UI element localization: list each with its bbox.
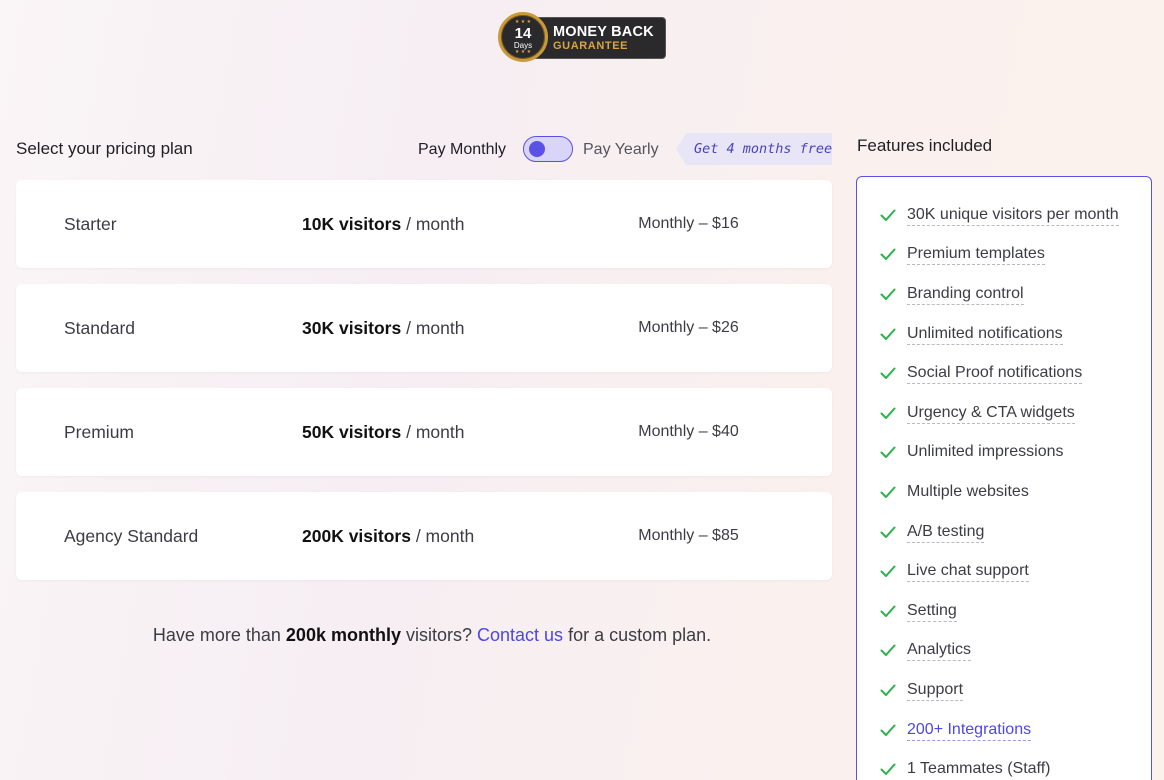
plan-price: Monthly – $85 xyxy=(638,527,739,544)
features-panel: 30K unique visitors per month Premium tem… xyxy=(856,176,1152,780)
note-text: for a custom plan. xyxy=(568,625,712,645)
plan-price: Monthly – $40 xyxy=(638,423,739,440)
feature-item: Social Proof notifications xyxy=(879,360,1083,386)
feature-item: 1 Teammates (Staff) xyxy=(879,756,1050,780)
note-text: Have more than xyxy=(152,625,281,645)
check-icon xyxy=(880,605,896,617)
note-bold: 200k monthly xyxy=(285,625,401,645)
billing-toggle[interactable] xyxy=(523,136,573,162)
check-icon xyxy=(880,209,896,221)
feature-label: 1 Teammates (Staff) xyxy=(907,759,1051,777)
toggle-knob xyxy=(529,141,545,157)
visitors-count: 200K visitors xyxy=(302,526,411,546)
visitors-count: 30K visitors xyxy=(302,318,402,338)
feature-item: Urgency & CTA widgets xyxy=(879,400,1075,426)
plan-row-premium[interactable]: Premium 50K visitors / month Monthly – $… xyxy=(16,388,832,476)
star-icon: ★ ★ ★ xyxy=(514,49,532,55)
badge-number: 14 xyxy=(514,25,532,42)
badge-seal: ★ ★ ★ 14 Days ★ ★ ★ xyxy=(498,12,548,62)
feature-label[interactable]: Branding control xyxy=(907,284,1024,305)
feature-label[interactable]: Analytics xyxy=(907,640,972,661)
pay-monthly-label[interactable]: Pay Monthly xyxy=(418,141,506,159)
section-title: Select your pricing plan xyxy=(16,139,193,158)
feature-item: Support xyxy=(879,677,964,703)
badge-line1: MONEY BACK xyxy=(553,24,654,40)
feature-item: 30K unique visitors per month xyxy=(879,202,1119,228)
yearly-promo-tag: Get 4 months free xyxy=(676,133,832,165)
feature-label[interactable]: Social Proof notifications xyxy=(907,363,1083,384)
feature-label[interactable]: Premium templates xyxy=(907,244,1045,265)
feature-label[interactable]: A/B testing xyxy=(907,522,985,543)
badge-line2: GUARANTEE xyxy=(553,40,629,52)
feature-item: Branding control xyxy=(879,281,1024,307)
check-icon xyxy=(880,526,896,538)
feature-item: Multiple websites xyxy=(879,479,1029,505)
contact-us-link[interactable]: Contact us xyxy=(477,625,563,645)
visitors-count: 10K visitors xyxy=(302,214,402,234)
visitors-count: 50K visitors xyxy=(302,422,402,442)
note-text: visitors? xyxy=(405,625,472,645)
check-icon xyxy=(880,446,896,458)
check-icon xyxy=(880,565,896,577)
check-icon xyxy=(880,288,896,300)
feature-item: A/B testing xyxy=(879,519,985,545)
check-icon xyxy=(880,407,896,419)
plan-name: Standard xyxy=(64,318,136,338)
feature-label[interactable]: Support xyxy=(907,680,964,701)
plan-row-standard[interactable]: Standard 30K visitors / month Monthly – … xyxy=(16,284,832,372)
visitors-period: / month xyxy=(406,318,465,338)
feature-label: Unlimited impressions xyxy=(907,442,1064,460)
plan-price: Monthly – $26 xyxy=(638,319,739,336)
plan-visitors: 10K visitors / month xyxy=(302,214,464,235)
check-icon xyxy=(880,486,896,498)
feature-label[interactable]: Setting xyxy=(907,601,957,622)
custom-plan-note: Have more than 200k monthly visitors? Co… xyxy=(16,625,848,646)
money-back-badge: MONEY BACK GUARANTEE ★ ★ ★ 14 Days ★ ★ ★ xyxy=(498,12,668,62)
plan-row-agency-standard[interactable]: Agency Standard 200K visitors / month Mo… xyxy=(16,492,832,580)
visitors-period: / month xyxy=(406,214,465,234)
feature-item: Setting xyxy=(879,598,957,624)
feature-label[interactable]: 30K unique visitors per month xyxy=(907,205,1119,226)
feature-item: Unlimited notifications xyxy=(879,321,1063,347)
plan-name: Agency Standard xyxy=(64,526,199,546)
plan-visitors: 200K visitors / month xyxy=(302,526,474,547)
feature-item: Premium templates xyxy=(879,241,1045,267)
plan-row-starter[interactable]: Starter 10K visitors / month Monthly – $… xyxy=(16,180,832,268)
plan-price: Monthly – $16 xyxy=(638,215,739,232)
check-icon xyxy=(880,644,896,656)
visitors-period: / month xyxy=(406,422,465,442)
feature-item: 200+ Integrations xyxy=(879,717,1032,743)
plan-name: Premium xyxy=(64,422,135,442)
check-icon xyxy=(880,763,896,775)
feature-item: Live chat support xyxy=(879,558,1029,584)
feature-item: Analytics xyxy=(879,637,972,663)
feature-label[interactable]: Unlimited notifications xyxy=(907,324,1063,345)
feature-item: Unlimited impressions xyxy=(879,439,1064,465)
visitors-period: / month xyxy=(415,526,475,546)
plan-name: Starter xyxy=(64,214,117,234)
check-icon xyxy=(880,367,896,379)
plan-visitors: 30K visitors / month xyxy=(302,318,464,339)
check-icon xyxy=(880,248,896,260)
check-icon xyxy=(880,684,896,696)
check-icon xyxy=(880,724,896,736)
plan-visitors: 50K visitors / month xyxy=(302,422,464,443)
pay-yearly-label[interactable]: Pay Yearly xyxy=(583,141,659,159)
integrations-link[interactable]: 200+ Integrations xyxy=(907,720,1032,741)
feature-label: Multiple websites xyxy=(907,482,1029,500)
features-title: Features included xyxy=(857,136,993,155)
feature-label[interactable]: Urgency & CTA widgets xyxy=(907,403,1075,424)
feature-label[interactable]: Live chat support xyxy=(907,561,1029,582)
check-icon xyxy=(880,328,896,340)
star-icon: ★ ★ ★ xyxy=(514,19,532,25)
